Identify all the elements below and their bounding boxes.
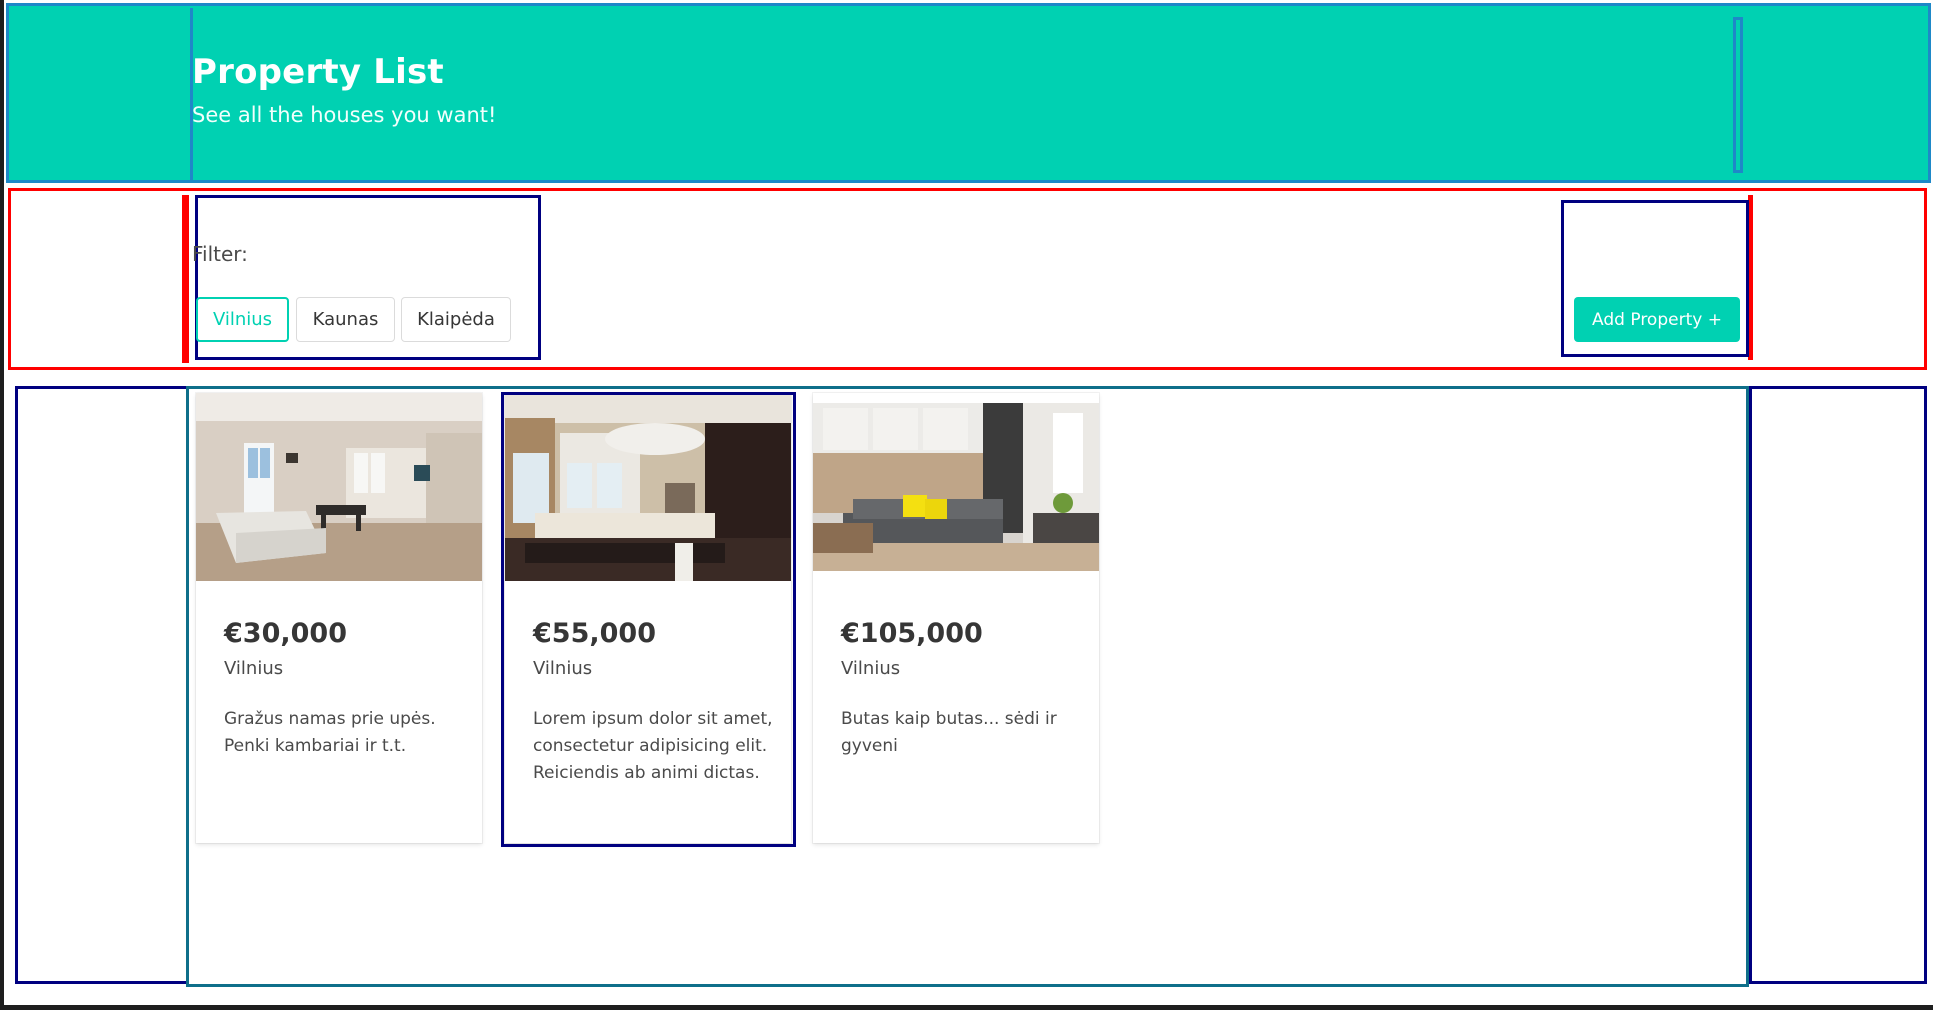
page-subtitle: See all the houses you want! [192, 103, 497, 127]
filter-button-klaipeda[interactable]: Klaipėda [401, 297, 511, 342]
property-price: €105,000 [841, 618, 983, 649]
studio-with-grey-sofa-yellow-pillows-photo [813, 403, 1099, 571]
property-photo [813, 403, 1099, 571]
filter-button-kaunas[interactable]: Kaunas [296, 297, 395, 342]
living-room-with-dining-table-photo [505, 393, 791, 581]
living-room-with-white-sofa-photo [196, 393, 482, 581]
property-city: Vilnius [533, 658, 593, 679]
filter-label: Filter: [192, 242, 248, 266]
property-description: Butas kaip butas... sėdi ir gyveni [841, 709, 1057, 756]
property-city: Vilnius [841, 658, 901, 679]
property-description: Gražus namas prie upės. Penki kambariai … [224, 709, 436, 756]
property-price: €30,000 [224, 618, 347, 649]
property-city: Vilnius [224, 658, 284, 679]
filter-button-vilnius[interactable]: Vilnius [196, 297, 289, 342]
property-photo [196, 393, 482, 581]
hero-header [6, 3, 1931, 183]
page-title: Property List [192, 52, 444, 92]
property-price: €55,000 [533, 618, 656, 649]
property-description: Lorem ipsum dolor sit amet, consectetur … [533, 709, 773, 783]
property-card[interactable]: €105,000 Vilnius Butas kaip butas... sėd… [813, 393, 1099, 843]
property-photo [505, 393, 791, 581]
property-card[interactable]: €55,000 Vilnius Lorem ipsum dolor sit am… [505, 393, 791, 843]
property-card[interactable]: €30,000 Vilnius Gražus namas prie upės. … [196, 393, 482, 843]
add-property-button[interactable]: Add Property + [1574, 297, 1740, 342]
